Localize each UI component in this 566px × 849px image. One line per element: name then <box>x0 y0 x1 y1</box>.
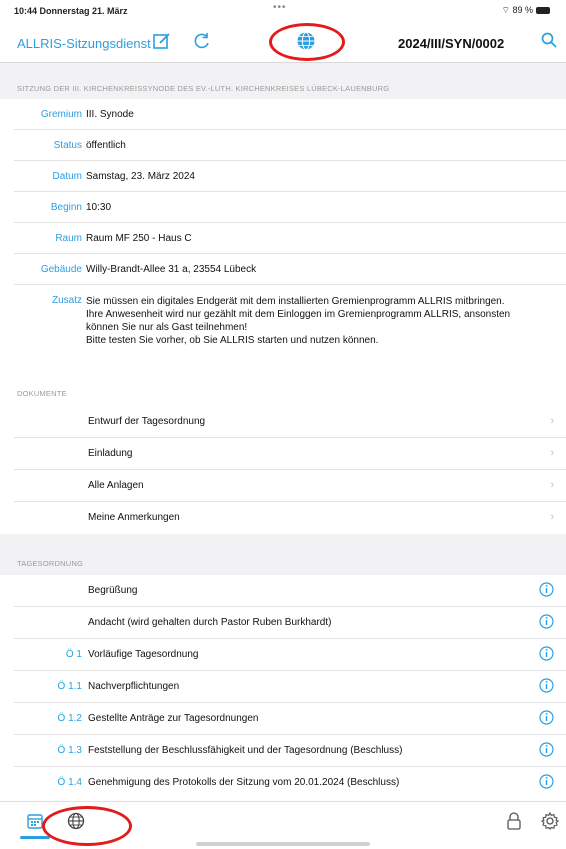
detail-row-datum: Datum Samstag, 23. März 2024 <box>0 161 566 192</box>
document-title: Alle Anlagen <box>88 480 144 491</box>
info-icon[interactable] <box>539 614 554 632</box>
agenda-title: Gestellte Anträge zur Tagesordnungen <box>88 713 259 724</box>
info-icon[interactable] <box>539 742 554 760</box>
app-title-back-button[interactable]: ALLRIS-Sitzungsdienst <box>17 36 151 51</box>
detail-label: Datum <box>52 171 82 182</box>
agenda-title: Feststellung der Beschlussfähigkeit und … <box>88 745 403 756</box>
agenda-list: Begrüßung Andacht (wird gehalten durch P… <box>0 575 566 801</box>
detail-label: Beginn <box>50 202 82 213</box>
agenda-title: Begrüßung <box>88 585 138 596</box>
documents-header-text: DOKUMENTE <box>17 389 67 398</box>
info-icon[interactable] <box>539 582 554 600</box>
zusatz-line: Sie müssen ein digitales Endgerät mit de… <box>86 296 505 307</box>
battery-icon <box>536 7 550 15</box>
status-time: 10:44 Donnerstag 21. März <box>14 6 128 16</box>
detail-value: 10:30 <box>86 202 112 213</box>
detail-row-gremium: Gremium III. Synode <box>0 99 566 130</box>
selected-tab-indicator <box>20 836 50 839</box>
detail-value: öffentlich <box>86 140 126 151</box>
lock-icon[interactable] <box>506 811 522 836</box>
info-icon[interactable] <box>539 646 554 664</box>
agenda-number: Ö 1.1 <box>57 681 82 692</box>
meeting-details: Gremium III. Synode Status öffentlich Da… <box>0 99 566 433</box>
detail-value: Samstag, 23. März 2024 <box>86 171 195 182</box>
zusatz-line: Ihre Anwesenheit wird nur gezählt mit de… <box>86 309 511 320</box>
agenda-number: Ö 1.3 <box>57 745 82 756</box>
detail-row-raum: Raum Raum MF 250 - Haus C <box>0 223 566 254</box>
document-item[interactable]: Entwurf der Tagesordnung › <box>0 406 566 438</box>
zusatz-text: Sie müssen ein digitales Endgerät mit de… <box>86 295 556 347</box>
agenda-number: Ö 1.4 <box>57 777 82 788</box>
detail-label: Gremium <box>40 109 82 120</box>
detail-value: III. Synode <box>86 109 134 120</box>
agenda-number: Ö 1 <box>65 649 82 660</box>
detail-label: Status <box>53 140 82 151</box>
refresh-icon[interactable] <box>192 31 212 56</box>
chevron-right-icon: › <box>550 479 554 491</box>
meeting-header-text: SITZUNG DER III. KIRCHENKREISSYNODE DES … <box>17 84 390 93</box>
battery-label: ⌔ 89 % <box>501 5 533 15</box>
chevron-right-icon: › <box>550 447 554 459</box>
search-icon[interactable] <box>540 31 558 54</box>
detail-row-zusatz: Zusatz Sie müssen ein digitales Endgerät… <box>0 285 566 381</box>
agenda-title: Vorläufige Tagesordnung <box>88 649 199 660</box>
agenda-item[interactable]: Ö 1.1 Nachverpflichtungen <box>0 671 566 703</box>
zusatz-line: Bitte testen Sie vorher, ob Sie ALLRIS s… <box>86 335 379 346</box>
multitasking-dots[interactable]: ••• <box>273 2 287 13</box>
detail-row-beginn: Beginn 10:30 <box>0 192 566 223</box>
document-title: Entwurf der Tagesordnung <box>88 416 206 427</box>
agenda-item[interactable]: Andacht (wird gehalten durch Pastor Rube… <box>0 607 566 639</box>
navigation-bar: ALLRIS-Sitzungsdienst 2024/III/SYN/0002 <box>0 22 566 63</box>
home-indicator[interactable] <box>196 842 370 846</box>
info-icon[interactable] <box>539 774 554 792</box>
agenda-title: Nachverpflichtungen <box>88 681 180 692</box>
agenda-header-text: TAGESORDNUNG <box>17 559 84 568</box>
highlight-circle-globe <box>269 23 345 61</box>
detail-label: Zusatz <box>51 295 82 306</box>
document-item[interactable]: Alle Anlagen › <box>0 470 566 502</box>
agenda-title: Genehmigung des Protokolls der Sitzung v… <box>88 777 400 788</box>
detail-label: Gebäude <box>40 264 82 275</box>
chevron-right-icon: › <box>550 511 554 523</box>
edit-icon[interactable] <box>152 31 172 56</box>
info-icon[interactable] <box>539 678 554 696</box>
agenda-item[interactable]: Ö 1.4 Genehmigung des Protokolls der Sit… <box>0 767 566 799</box>
chevron-right-icon: › <box>550 415 554 427</box>
agenda-title: Andacht (wird gehalten durch Pastor Rube… <box>88 617 332 628</box>
gear-icon[interactable] <box>540 811 560 836</box>
highlight-circle-globe-tab <box>42 806 132 846</box>
status-bar: 10:44 Donnerstag 21. März ••• ⌔ 89 % <box>0 0 566 20</box>
detail-value: Willy-Brandt-Allee 31 a, 23554 Lübeck <box>86 264 257 275</box>
documents-list: Entwurf der Tagesordnung › Einladung › A… <box>0 406 566 534</box>
document-item[interactable]: Meine Anmerkungen › <box>0 502 566 534</box>
detail-row-gebaeude: Gebäude Willy-Brandt-Allee 31 a, 23554 L… <box>0 254 566 285</box>
battery-status: ⌔ 89 % <box>502 5 550 16</box>
zusatz-line: können Sie nur als Gast teilnehmen! <box>86 322 248 333</box>
agenda-item[interactable]: Ö 1.2 Gestellte Anträge zur Tagesordnung… <box>0 703 566 735</box>
document-item[interactable]: Einladung › <box>0 438 566 470</box>
document-title: Einladung <box>88 448 133 459</box>
agenda-number: Ö 1.2 <box>57 713 82 724</box>
agenda-item[interactable]: Ö 1.3 Feststellung der Beschlussfähigkei… <box>0 735 566 767</box>
document-title: Meine Anmerkungen <box>88 512 180 523</box>
agenda-item[interactable]: Ö 1 Vorläufige Tagesordnung <box>0 639 566 671</box>
agenda-item[interactable]: Begrüßung <box>0 575 566 607</box>
meeting-id-title: 2024/III/SYN/0002 <box>398 36 505 51</box>
detail-row-status: Status öffentlich <box>0 130 566 161</box>
info-icon[interactable] <box>539 710 554 728</box>
detail-value: Raum MF 250 - Haus C <box>86 233 192 244</box>
detail-label: Raum <box>55 233 82 244</box>
content-area[interactable]: SITZUNG DER III. KIRCHENKREISSYNODE DES … <box>0 63 566 801</box>
